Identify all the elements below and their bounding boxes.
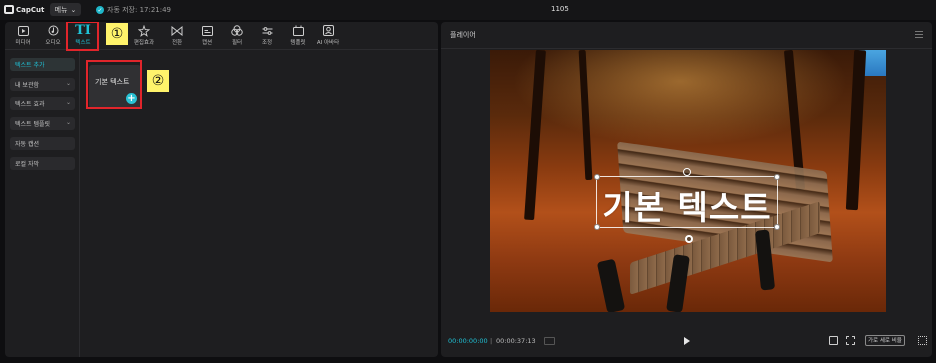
step2-badge: ② xyxy=(147,70,169,92)
tab-ai-avatar[interactable]: AI 아바타 xyxy=(314,24,342,48)
filter-icon xyxy=(231,25,243,36)
step2-highlight-box xyxy=(86,60,142,109)
sidebar-item-auto-caption[interactable]: 자동 캡션 xyxy=(10,137,75,150)
tab-audio[interactable]: 오디오 xyxy=(39,24,67,48)
project-title: 1105 xyxy=(551,5,569,13)
tab-media[interactable]: 미디어 xyxy=(9,24,37,48)
fullscreen-icon[interactable] xyxy=(918,336,927,345)
overlay-text[interactable]: 기본 텍스트 xyxy=(597,181,777,229)
play-icon[interactable] xyxy=(684,337,690,345)
chevron-down-icon: ⌄ xyxy=(65,80,71,87)
caption-icon xyxy=(201,25,213,36)
resource-panel: 미디어 오디오 TI 텍스트 편집효과 전환 캡션 필터 조정 템플릿 AI 아… xyxy=(5,22,438,357)
total-time: 00:00:37:13 xyxy=(496,337,536,345)
bench-leg xyxy=(596,258,626,312)
resize-handle[interactable] xyxy=(594,174,600,180)
tab-caption[interactable]: 캡션 xyxy=(193,24,221,48)
player-controls: 00:00:00:00 | 00:00:37:13 가로 세로 비율 xyxy=(441,334,932,350)
move-handle[interactable] xyxy=(685,235,693,243)
current-time: 00:00:00:00 xyxy=(448,337,488,345)
sidebar-item-text-templates[interactable]: 텍스트 템플릿 ⌄ xyxy=(10,117,75,130)
capcut-logo: CapCut xyxy=(4,5,44,14)
audio-icon xyxy=(48,25,58,36)
tree-trunk xyxy=(524,50,546,221)
step1-highlight-box xyxy=(66,22,99,51)
text-sidebar: 텍스트 추가 내 보관함 ⌄ 텍스트 효과 ⌄ 텍스트 템플릿 ⌄ 자동 캡션 … xyxy=(5,51,80,357)
capcut-logo-icon xyxy=(4,5,14,14)
menu-button[interactable]: 메뉴 ⌄ xyxy=(50,3,81,16)
sidebar-item-my-library[interactable]: 내 보관함 ⌄ xyxy=(10,78,75,91)
aspect-ratio-button[interactable]: 가로 세로 비율 xyxy=(865,335,905,346)
template-icon xyxy=(292,25,304,36)
crop-focus-icon[interactable] xyxy=(846,336,855,345)
rotate-handle[interactable] xyxy=(683,168,691,176)
sidebar-item-local-subtitles[interactable]: 로컬 자막 xyxy=(10,157,75,170)
tab-adjust[interactable]: 조정 xyxy=(253,24,281,48)
chevron-down-icon: ⌄ xyxy=(65,119,71,126)
tree-trunk xyxy=(845,50,867,211)
tab-filter[interactable]: 필터 xyxy=(223,24,251,48)
tab-template[interactable]: 템플릿 xyxy=(284,24,312,48)
timeline-icon[interactable] xyxy=(544,337,555,345)
video-preview[interactable]: 기본 텍스트 xyxy=(490,50,886,312)
player-panel: 플레이어 기본 텍스트 00:00:00:00 | 00:00:37:13 가로… xyxy=(441,22,932,357)
sidebar-item-text-effects[interactable]: 텍스트 효과 ⌄ xyxy=(10,97,75,110)
transition-icon xyxy=(171,25,183,36)
top-bar: CapCut 메뉴 ⌄ ✓ 자동 저장: 17:21:49 1105 xyxy=(0,0,936,20)
chevron-down-icon: ⌄ xyxy=(70,5,77,14)
media-icon xyxy=(17,25,29,36)
tab-effects[interactable]: 편집효과 xyxy=(130,24,158,48)
grid-view-icon[interactable] xyxy=(829,336,838,345)
chevron-down-icon: ⌄ xyxy=(65,99,71,106)
sidebar-item-add-text[interactable]: 텍스트 추가 xyxy=(10,58,75,71)
text-overlay-box[interactable]: 기본 텍스트 xyxy=(594,168,780,243)
adjust-icon xyxy=(262,26,272,35)
step1-badge: ① xyxy=(106,23,128,45)
player-title: 플레이어 xyxy=(450,31,476,39)
tree-trunk xyxy=(578,50,593,181)
ai-avatar-icon xyxy=(322,25,334,36)
check-icon: ✓ xyxy=(96,6,104,14)
tab-transition[interactable]: 전환 xyxy=(163,24,191,48)
resize-handle[interactable] xyxy=(774,174,780,180)
menu-icon[interactable] xyxy=(915,31,923,40)
effects-icon xyxy=(138,24,150,37)
autosave-status: ✓ 자동 저장: 17:21:49 xyxy=(96,6,172,14)
